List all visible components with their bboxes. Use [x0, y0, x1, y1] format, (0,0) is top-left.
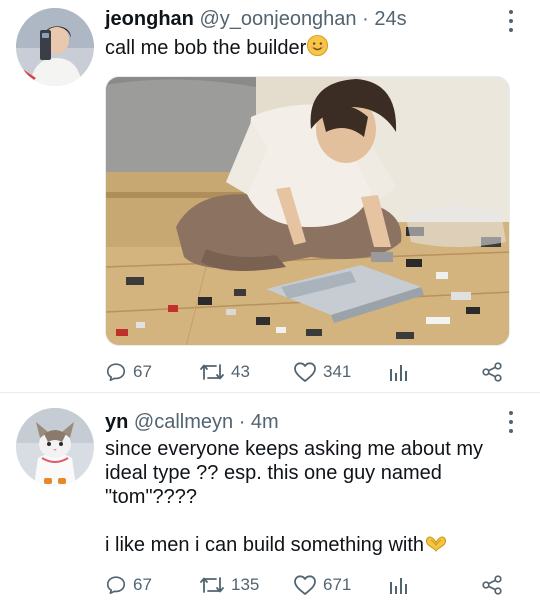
share-icon [481, 361, 503, 383]
separator-dot: · [238, 411, 246, 433]
analytics-button[interactable] [387, 360, 409, 384]
reply-count: 67 [133, 575, 152, 594]
analytics-icon [387, 574, 409, 596]
tweet-text-line: ideal type ?? esp. this one guy named [105, 462, 442, 484]
tweet[interactable]: jeonghan @y_oonjeonghan · 24s call me bo… [0, 0, 540, 392]
tweet-text-line: since everyone keeps asking me about my [105, 438, 483, 460]
share-button[interactable] [481, 573, 503, 597]
tweet[interactable]: yn @callmeyn · 4m since everyone keeps a… [0, 393, 540, 600]
tweet-actions: 67 43 341 [105, 360, 505, 384]
heart-hands-icon [424, 534, 448, 560]
retweet-button[interactable]: 135 [199, 573, 259, 597]
author-handle[interactable]: @y_oonjeonghan [199, 8, 356, 30]
reply-icon [105, 574, 127, 596]
author-handle[interactable]: @callmeyn [134, 411, 233, 433]
reply-button[interactable]: 67 [105, 360, 152, 384]
more-options-icon[interactable] [508, 10, 514, 32]
tweet-text-line: "tom"???? [105, 486, 198, 508]
retweet-count: 135 [231, 575, 260, 594]
tweet-photo[interactable] [105, 76, 510, 346]
reply-count: 67 [133, 362, 152, 381]
retweet-count: 43 [231, 362, 250, 381]
tweet-text-line: i like men i can build something with [105, 533, 525, 560]
smiling-face-icon [306, 34, 329, 63]
like-button[interactable]: 671 [293, 573, 351, 597]
reply-icon [105, 361, 127, 383]
retweet-icon [199, 574, 225, 596]
share-button[interactable] [481, 360, 503, 384]
share-icon [481, 574, 503, 596]
like-count: 341 [323, 362, 352, 381]
heart-icon [293, 361, 317, 383]
tweet-actions: 67 135 671 [105, 573, 505, 597]
author-name[interactable]: yn [105, 411, 128, 433]
retweet-icon [199, 361, 225, 383]
timestamp[interactable]: 24s [374, 8, 406, 30]
separator-dot: · [362, 8, 369, 30]
like-button[interactable]: 341 [293, 360, 351, 384]
avatar[interactable] [16, 408, 94, 486]
reply-button[interactable]: 67 [105, 573, 152, 597]
timestamp[interactable]: 4m [251, 411, 279, 433]
analytics-button[interactable] [387, 573, 409, 597]
heart-icon [293, 574, 317, 596]
analytics-icon [387, 361, 409, 383]
author-name[interactable]: jeonghan [105, 8, 194, 30]
like-count: 671 [323, 575, 352, 594]
tweet-header: jeonghan @y_oonjeonghan · 24s [105, 7, 407, 31]
avatar[interactable] [16, 8, 94, 86]
tweet-text-line: call me bob the builder [105, 34, 525, 63]
retweet-button[interactable]: 43 [199, 360, 250, 384]
tweet-text: call me bob the builder [105, 34, 525, 63]
tweet-text: since everyone keeps asking me about my … [105, 437, 525, 560]
tweet-header: yn @callmeyn · 4m [105, 410, 279, 434]
more-options-icon[interactable] [508, 411, 514, 433]
